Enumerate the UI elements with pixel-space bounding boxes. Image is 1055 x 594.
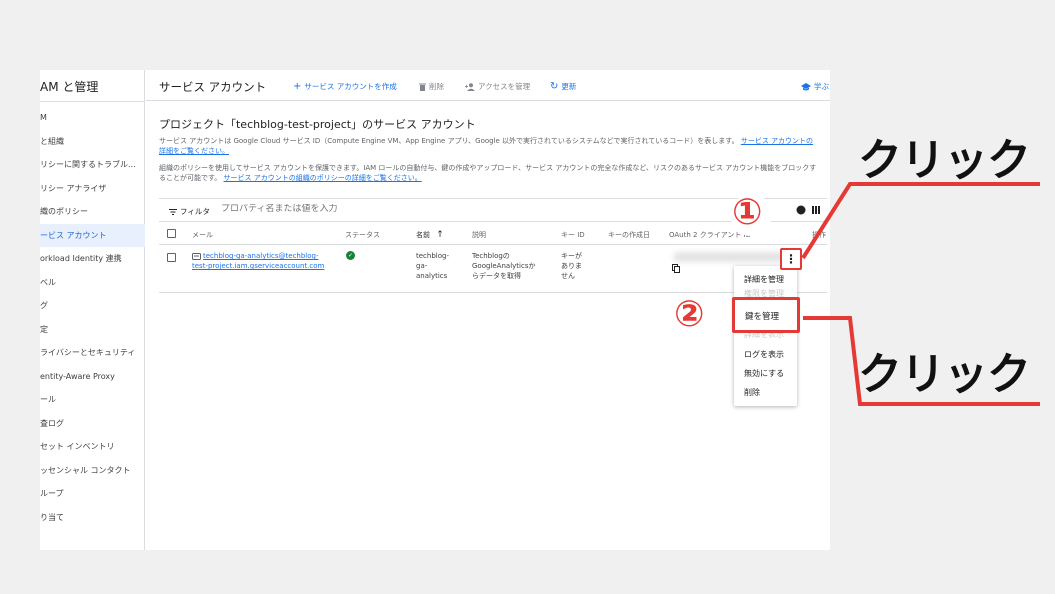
select-all-checkbox[interactable] (167, 229, 176, 238)
sidebar-item[interactable]: ベル (40, 271, 145, 295)
sidebar-item[interactable]: セット インベントリ (40, 435, 145, 459)
sidebar-item[interactable]: り当て (40, 506, 145, 530)
org-policy-text: 組織のポリシーを使用してサービス アカウントを保護できます。IAM ロールの自動… (159, 163, 819, 183)
name-cell: techblog- ga- analytics (416, 251, 449, 281)
sidebar-item[interactable]: 織のポリシー (40, 200, 145, 224)
filter-input[interactable] (221, 204, 471, 214)
blurred-oauth-client-id (674, 252, 784, 262)
filter-bar: フィルタ (159, 198, 827, 222)
name-line-1: techblog- (416, 252, 449, 260)
help-icon[interactable] (796, 205, 806, 215)
sort-ascending-icon: ↑ (436, 230, 444, 240)
step-1-marker: ① (732, 192, 763, 233)
delete-label: 削除 (429, 82, 444, 91)
table-header: メール ステータス 名前 ↑ 説明 キー ID キーの作成日 OAuth 2 ク… (159, 223, 827, 245)
nav-list: M と組織 リシーに関するトラブル... リシー アナライザ 織のポリシー ービス アカウ… (40, 106, 145, 529)
service-account-email-link[interactable]: techblog-ga-analytics@techblog- (203, 251, 319, 261)
desc-line-1: Techblogの (472, 252, 510, 260)
click-callout-2: クリック (858, 349, 1031, 400)
menu-manage-details[interactable]: 詳細を管理 (744, 274, 784, 285)
key-line-1: キーが (561, 252, 582, 260)
check-circle-icon: ✓ (346, 251, 355, 260)
email-line-1: techblog-ga-analytics@techblog- (203, 252, 319, 260)
column-display-icon[interactable] (811, 205, 821, 215)
click-callout-1: クリック (858, 135, 1031, 186)
callout-line-1 (801, 182, 1040, 260)
nav-divider (40, 101, 145, 102)
service-account-icon (192, 253, 201, 260)
left-nav: AM と管理 M と組織 リシーに関するトラブル... リシー アナライザ 織のポリシー… (40, 70, 145, 550)
refresh-button[interactable]: ↻ 更新 (550, 81, 576, 92)
actions-menu: 詳細を管理 権限を管理 詳細を表示 ログを表示 無効にする 削除 (734, 266, 797, 406)
sidebar-item[interactable]: entity-Aware Proxy (40, 365, 145, 389)
org-policy-details-link[interactable]: サービス アカウントの組織のポリシーの詳細をご覧ください。 (224, 174, 422, 182)
sidebar-item[interactable]: ッセンシャル コンタクト (40, 459, 145, 483)
sidebar-item[interactable]: ライバシーとセキュリティ (40, 341, 145, 365)
copy-icon[interactable] (672, 264, 680, 273)
menu-manage-keys-label: 鍵を管理 (745, 312, 780, 322)
section-heading: プロジェクト「techblog-test-project」のサービス アカウント (159, 118, 476, 131)
sidebar-item[interactable]: と組織 (40, 130, 145, 154)
delete-button[interactable]: 削除 (419, 81, 444, 92)
desc-line-2: GoogleAnalyticsか (472, 262, 536, 270)
more-vert-icon: ⋮ (785, 252, 797, 266)
menu-view-logs[interactable]: ログを表示 (744, 349, 784, 360)
sidebar-item[interactable]: リシーに関するトラブル... (40, 153, 145, 177)
sidebar-item[interactable]: ループ (40, 482, 145, 506)
column-actions: 操作 (812, 231, 826, 239)
email-line-2: test-project.iam.gserviceaccount.com (192, 262, 325, 270)
row-checkbox[interactable] (167, 253, 176, 262)
manage-access-button[interactable]: アクセスを管理 (465, 81, 530, 92)
step-2-marker: ② (674, 294, 705, 335)
top-toolbar: サービス アカウント + サービス アカウントを作成 削除 アクセスを管理 ↻ … (146, 70, 830, 101)
desc-line-3: らデータを取得 (472, 272, 521, 280)
nav-title: AM と管理 (40, 80, 99, 94)
refresh-icon: ↻ (550, 80, 559, 92)
key-line-3: せん (561, 272, 575, 280)
description-cell: Techblogの GoogleAnalyticsか らデータを取得 (472, 251, 535, 281)
sidebar-item[interactable]: 定 (40, 318, 145, 342)
intro-text: サービス アカウントは Google Cloud サービス ID（Compute… (159, 136, 819, 156)
learn-label: 学ぶ (814, 82, 829, 91)
column-name[interactable]: 名前 ↑ (416, 230, 444, 240)
sidebar-item[interactable]: グ (40, 294, 145, 318)
sidebar-item[interactable]: リシー アナライザ (40, 177, 145, 201)
sidebar-item[interactable]: 査ログ (40, 412, 145, 436)
status-enabled-icon: ✓ (346, 251, 355, 260)
column-email[interactable]: メール (192, 230, 213, 240)
column-description[interactable]: 説明 (472, 230, 486, 240)
sidebar-item[interactable]: M (40, 106, 145, 130)
column-status[interactable]: ステータス (345, 230, 380, 240)
column-key-created[interactable]: キーの作成日 (608, 230, 650, 240)
school-icon (801, 82, 811, 90)
sidebar-item[interactable]: ービス アカウント (40, 223, 145, 247)
menu-manage-keys[interactable]: 鍵を管理 (732, 297, 800, 333)
filter-button[interactable]: フィルタ (169, 206, 210, 217)
page-title: サービス アカウント (159, 80, 267, 94)
filter-label: フィルタ (180, 207, 210, 216)
menu-disable[interactable]: 無効にする (744, 368, 784, 379)
key-id-cell: キーが ありま せん (561, 251, 582, 281)
name-line-2: ga- (416, 262, 428, 270)
menu-delete[interactable]: 削除 (744, 387, 760, 398)
sidebar-item[interactable]: ール (40, 388, 145, 412)
name-line-3: analytics (416, 272, 448, 280)
refresh-label: 更新 (561, 82, 577, 91)
column-name-label: 名前 (416, 231, 430, 239)
sidebar-item[interactable]: orkload Identity 連携 (40, 247, 145, 271)
person-add-icon (465, 82, 475, 91)
plus-icon: + (293, 80, 302, 92)
service-account-email-link-2[interactable]: test-project.iam.gserviceaccount.com (192, 261, 324, 271)
main-content: サービス アカウント + サービス アカウントを作成 削除 アクセスを管理 ↻ … (146, 70, 830, 550)
learn-button[interactable]: 学ぶ (801, 81, 829, 92)
create-service-account-button[interactable]: + サービス アカウントを作成 (293, 81, 397, 92)
column-key-id[interactable]: キー ID (561, 230, 585, 240)
trash-icon (419, 83, 426, 91)
key-line-2: ありま (561, 262, 582, 270)
create-service-account-label: サービス アカウントを作成 (304, 82, 397, 91)
intro-text-body: サービス アカウントは Google Cloud サービス ID（Compute… (159, 137, 739, 145)
manage-access-label: アクセスを管理 (478, 82, 531, 91)
filter-icon (169, 208, 177, 215)
more-actions-button[interactable]: ⋮ (780, 248, 802, 270)
